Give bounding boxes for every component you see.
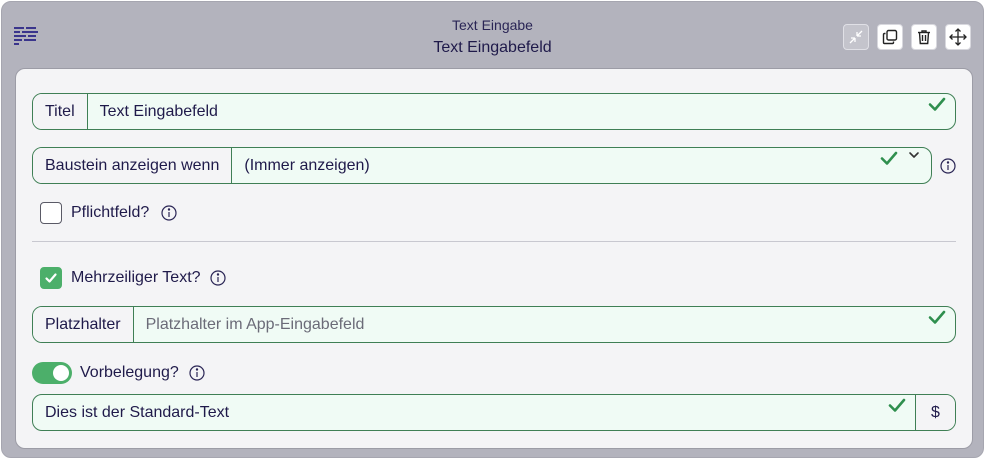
info-icon[interactable] xyxy=(189,365,205,381)
info-icon[interactable] xyxy=(161,205,177,221)
title-field-label: Titel xyxy=(33,94,88,129)
valid-check-icon xyxy=(928,97,946,111)
default-value-field-group: Dies ist der Standard-Text $ xyxy=(32,394,956,431)
default-value-label: Vorbelegung? xyxy=(80,364,179,381)
valid-check-icon xyxy=(888,398,906,412)
block-type-label: Text Eingabe xyxy=(452,17,533,33)
block-settings-panel: Titel Text Eingabefeld Baustein anzeigen… xyxy=(15,68,973,449)
title-field-group: Titel Text Eingabefeld xyxy=(32,93,956,130)
valid-check-icon xyxy=(880,151,898,165)
delete-button[interactable] xyxy=(911,24,937,50)
valid-check-icon xyxy=(928,310,946,324)
move-icon xyxy=(949,28,967,46)
placeholder-input[interactable]: Platzhalter im App-Eingabefeld xyxy=(134,307,927,342)
default-value-toggle[interactable] xyxy=(32,362,72,384)
placeholder-field-group: Platzhalter Platzhalter im App-Eingabefe… xyxy=(32,306,956,343)
condition-field-label: Baustein anzeigen wenn xyxy=(33,148,233,183)
chevron-down-icon[interactable] xyxy=(907,148,921,162)
multiline-label: Mehrzeiliger Text? xyxy=(71,269,201,286)
required-label: Pflichtfeld? xyxy=(71,204,150,221)
toggle-knob xyxy=(53,365,69,381)
duplicate-button[interactable] xyxy=(877,24,903,50)
section-divider xyxy=(32,241,956,242)
trash-icon xyxy=(918,30,930,45)
move-button[interactable] xyxy=(945,24,971,50)
required-checkbox[interactable] xyxy=(40,202,62,224)
checkmark-icon xyxy=(45,273,57,283)
duplicate-icon xyxy=(882,29,898,45)
collapse-button[interactable] xyxy=(843,24,869,50)
text-input-block: Text Eingabe Text Eingabefeld Titel Text… xyxy=(1,1,984,458)
condition-select[interactable]: (Immer anzeigen) xyxy=(232,148,879,183)
info-icon[interactable] xyxy=(210,270,226,286)
multiline-checkbox[interactable] xyxy=(40,267,62,289)
default-value-input[interactable]: Dies ist der Standard-Text xyxy=(33,395,887,430)
condition-field-group: Baustein anzeigen wenn (Immer anzeigen) xyxy=(32,147,932,184)
info-icon[interactable] xyxy=(940,158,956,174)
collapse-icon xyxy=(849,30,863,44)
block-title: Text Eingabefeld xyxy=(433,39,552,56)
title-input[interactable]: Text Eingabefeld xyxy=(88,94,927,129)
variable-button[interactable]: $ xyxy=(915,395,955,430)
placeholder-field-label: Platzhalter xyxy=(33,307,134,342)
